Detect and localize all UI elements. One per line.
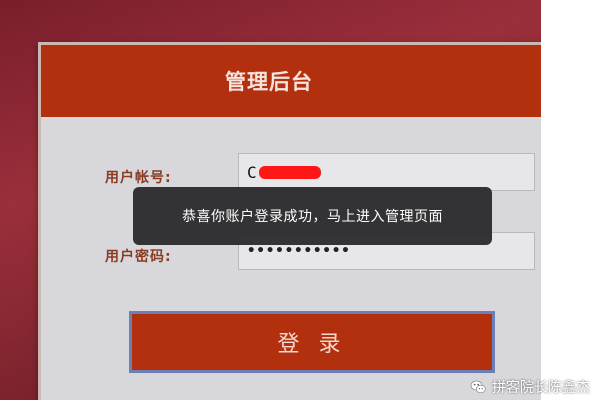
screen-photo: 管理后台 用户帐号: C 用户密码: ••••••••••• 登 录 恭喜你账户… <box>0 0 541 400</box>
watermark: 拼客院长陈鑫杰 <box>470 377 590 397</box>
watermark-text: 拼客院长陈鑫杰 <box>492 380 590 396</box>
panel-title: 管理后台 <box>225 70 313 94</box>
account-value: C <box>247 162 257 182</box>
success-toast: 恭喜你账户登录成功，马上进入管理页面 <box>133 187 492 245</box>
password-label: 用户密码: <box>105 249 172 265</box>
account-label: 用户帐号: <box>105 170 172 186</box>
account-input[interactable]: C <box>238 153 535 191</box>
password-value: ••••••••••• <box>247 243 351 259</box>
panel-header: 管理后台 <box>41 45 541 117</box>
toast-message: 恭喜你账户登录成功，马上进入管理页面 <box>182 209 443 225</box>
login-button[interactable]: 登 录 <box>129 311 495 373</box>
wechat-icon <box>470 380 486 394</box>
redaction-mark <box>258 165 321 179</box>
